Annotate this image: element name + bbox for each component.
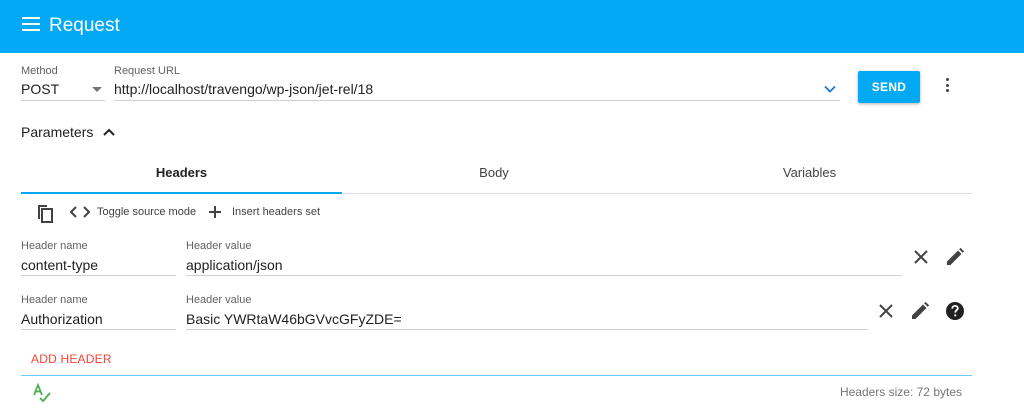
page-title: Request [49,15,120,36]
tab-headers[interactable]: Headers [21,158,342,192]
app-bar: Request [0,0,1024,53]
chevron-up-icon[interactable] [102,125,116,139]
send-button[interactable]: SEND [858,71,920,103]
editor-bottom-line [21,375,972,376]
tab-body[interactable]: Body [336,158,652,192]
tab-variables[interactable]: Variables [652,158,967,192]
header-value-label: Header value [186,240,252,252]
add-icon[interactable] [208,205,222,219]
method-underline [21,100,105,101]
edit-icon[interactable] [909,300,931,322]
tab-active-indicator [21,192,342,194]
menu-icon[interactable] [22,17,40,31]
header-name-label: Header name [21,240,88,252]
parameters-label: Parameters [21,124,94,140]
header-value-underline [186,329,868,330]
url-underline [114,100,840,101]
dropdown-arrow-icon[interactable] [92,87,102,92]
add-header-button[interactable]: ADD HEADER [31,352,112,366]
method-label: Method [21,65,58,77]
method-select[interactable]: POST [21,81,59,97]
url-input[interactable]: http://localhost/travengo/wp-json/jet-re… [114,81,373,97]
close-icon[interactable] [875,300,897,322]
headers-size-text: Headers size: 72 bytes [839,385,962,399]
chevron-down-icon[interactable] [823,82,837,96]
header-value-input[interactable]: application/json [186,257,283,273]
code-icon[interactable] [70,206,90,218]
edit-icon[interactable] [944,246,966,268]
header-value-underline [186,275,902,276]
more-vert-icon[interactable] [944,78,952,96]
insert-headers-set-button[interactable]: Insert headers set [232,206,320,218]
header-value-input[interactable]: Basic YWRtaW46bGVvcGFyZDE= [186,311,402,327]
close-icon[interactable] [910,246,932,268]
header-name-input[interactable]: content-type [21,257,98,273]
spellcheck-icon[interactable] [32,383,52,403]
header-name-underline [21,329,176,330]
header-name-label: Header name [21,294,88,306]
help-icon[interactable] [944,300,966,322]
copy-icon[interactable] [35,202,55,224]
header-name-underline [21,275,176,276]
header-name-input[interactable]: Authorization [21,311,103,327]
url-label: Request URL [114,65,181,77]
toggle-source-button[interactable]: Toggle source mode [97,206,196,218]
header-value-label: Header value [186,294,252,306]
